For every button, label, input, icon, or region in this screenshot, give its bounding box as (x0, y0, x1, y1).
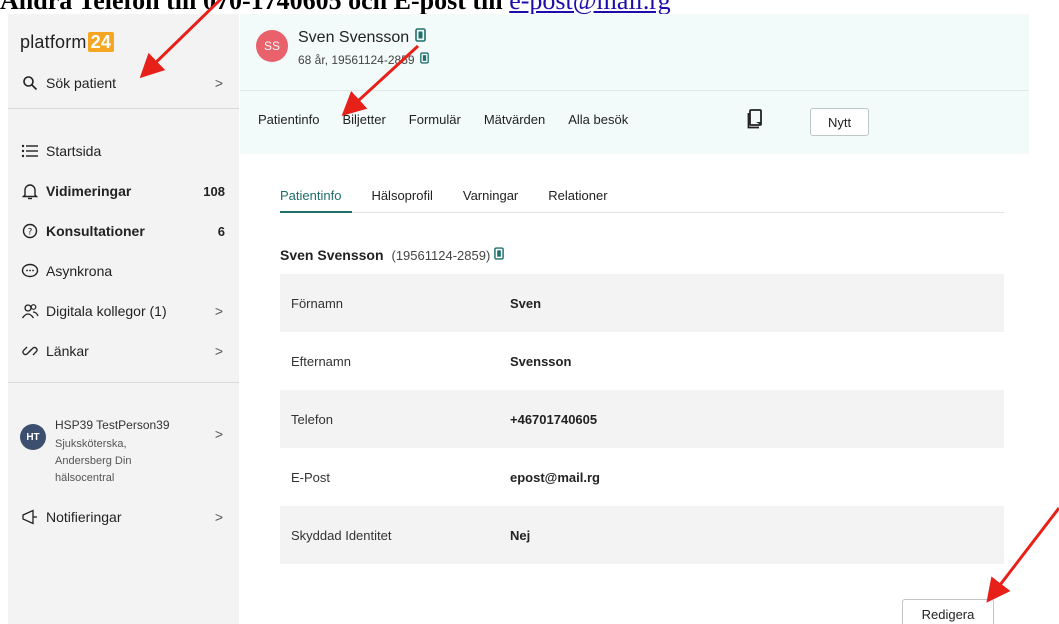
field-label: Skyddad Identitet (291, 527, 392, 543)
user-name: HSP39 TestPerson39 (55, 418, 170, 432)
sidebar-item-asynkrona[interactable]: Asynkrona (8, 256, 239, 286)
logo-badge: 24 (87, 32, 115, 52)
search-patient-item[interactable]: Sök patient > (8, 68, 239, 98)
tab-matvarden[interactable]: Mätvärden (484, 112, 545, 127)
patient-header: SS Sven Svensson 68 år, 19561124-2859 Pa… (240, 14, 1029, 154)
tab-biljetter[interactable]: Biljetter (342, 112, 385, 127)
logo-text: platform (20, 32, 87, 52)
patientinfo-tabs: Patientinfo Hälsoprofil Varningar Relati… (280, 188, 638, 203)
tab-alla-besok[interactable]: Alla besök (568, 112, 628, 127)
chat-icon (20, 261, 40, 281)
search-icon (20, 73, 40, 93)
chevron-right-icon: > (214, 509, 223, 525)
sidebar-item-digitala-kollegor[interactable]: Digitala kollegor (1) > (8, 296, 239, 326)
sidebar-item-startsida[interactable]: Startsida (8, 136, 239, 166)
field-value: Sven (510, 295, 542, 311)
chevron-right-icon: > (214, 75, 223, 91)
field-label: E-Post (291, 469, 331, 485)
search-patient-label: Sök patient (46, 75, 117, 91)
current-user[interactable]: HT HSP39 TestPerson39 Sjuksköterska, And… (8, 404, 239, 494)
patient-meta: 68 år, 19561124-2859 (298, 52, 415, 67)
table-row: Skyddad Identitet Nej (280, 506, 1004, 564)
bell-icon (20, 181, 40, 201)
list-icon (20, 141, 40, 161)
table-row: Efternamn Svensson (280, 332, 1004, 390)
sidebar-item-label: Konsultationer (46, 223, 145, 239)
field-label: Efternamn (291, 353, 351, 369)
count-badge: 108 (203, 183, 225, 199)
field-label: Förnamn (291, 295, 344, 311)
divider (8, 108, 239, 109)
patient-avatar: SS (256, 30, 288, 62)
sidebar-item-lankar[interactable]: Länkar > (8, 336, 239, 366)
tabs-divider (280, 212, 1004, 213)
field-value: epost@mail.rg (510, 469, 600, 485)
user-role-line: Andersberg Din (55, 455, 132, 467)
sidebar-item-notifieringar[interactable]: Notifieringar > (8, 502, 239, 532)
megaphone-icon (20, 507, 40, 527)
copy-icon[interactable] (494, 247, 505, 263)
patient-name: Sven Svensson (298, 28, 410, 46)
heading-text: Ändra Telefon till 070-1740605 och E-pos… (0, 0, 509, 14)
chevron-right-icon: > (214, 426, 223, 442)
documents-icon[interactable] (747, 109, 765, 129)
divider (8, 382, 239, 383)
people-icon (20, 301, 40, 321)
field-value: +46701740605 (510, 411, 598, 427)
sidebar-item-konsultationer[interactable]: ? Konsultationer 6 (8, 216, 239, 246)
sidebar-item-label: Länkar (46, 343, 89, 359)
svg-text:?: ? (28, 228, 33, 238)
chevron-right-icon: > (214, 343, 223, 359)
sidebar: platform 24 Sök patient > Startsida Vidim… (8, 14, 239, 624)
sidebar-item-label: Vidimeringar (46, 183, 132, 199)
tab-varningar[interactable]: Varningar (463, 188, 518, 203)
tab-patientinfo-sub[interactable]: Patientinfo (280, 188, 341, 203)
tab-formular[interactable]: Formulär (409, 112, 461, 127)
field-value: Nej (510, 527, 531, 543)
new-button[interactable]: Nytt (810, 108, 869, 136)
chevron-right-icon: > (214, 303, 223, 319)
tab-halsoprofil[interactable]: Hälsoprofil (371, 188, 432, 203)
sidebar-item-label: Notifieringar (46, 509, 122, 525)
user-role-line: Sjuksköterska, (55, 438, 127, 450)
sidebar-item-vidimeringar[interactable]: Vidimeringar 108 (8, 176, 239, 206)
heading-email-link[interactable]: e-post@mail.rg (509, 0, 670, 14)
table-row: Telefon +46701740605 (280, 390, 1004, 448)
logo[interactable]: platform 24 (20, 32, 115, 53)
link-icon (20, 341, 40, 361)
sidebar-item-label: Digitala kollegor (1) (46, 303, 167, 319)
table-row: E-Post epost@mail.rg (280, 448, 1004, 506)
document-heading: Ändra Telefon till 070-1740605 och E-pos… (0, 0, 1059, 14)
user-role: Sjuksköterska, Andersberg Din hälsocentr… (55, 436, 205, 487)
tab-relationer[interactable]: Relationer (548, 188, 607, 203)
section-patient-name: Sven Svensson (280, 247, 384, 263)
copy-icon[interactable] (419, 52, 429, 67)
tab-patientinfo[interactable]: Patientinfo (258, 112, 319, 127)
section-patient-id: (19561124-2859) (391, 247, 491, 263)
sidebar-item-label: Asynkrona (46, 263, 113, 279)
section-title: Sven Svensson (19561124-2859) (280, 247, 505, 263)
table-row: Förnamn Sven (280, 274, 1004, 332)
avatar: HT (20, 424, 46, 450)
patient-tabs: Patientinfo Biljetter Formulär Mätvärden… (258, 112, 651, 127)
divider (240, 90, 1029, 91)
field-value: Svensson (510, 353, 572, 369)
question-icon: ? (20, 221, 40, 241)
copy-icon[interactable] (415, 28, 426, 47)
field-label: Telefon (291, 411, 333, 427)
user-role-line: hälsocentral (55, 472, 115, 484)
patient-info-table: Förnamn Sven Efternamn Svensson Telefon … (280, 274, 1004, 564)
sidebar-item-label: Startsida (46, 143, 102, 159)
active-tab-indicator (280, 211, 352, 213)
patient-meta-row: 68 år, 19561124-2859 (298, 52, 429, 67)
edit-button[interactable]: Redigera (902, 599, 994, 624)
count-badge: 6 (217, 223, 225, 239)
patient-name-row: Sven Svensson (298, 28, 426, 47)
